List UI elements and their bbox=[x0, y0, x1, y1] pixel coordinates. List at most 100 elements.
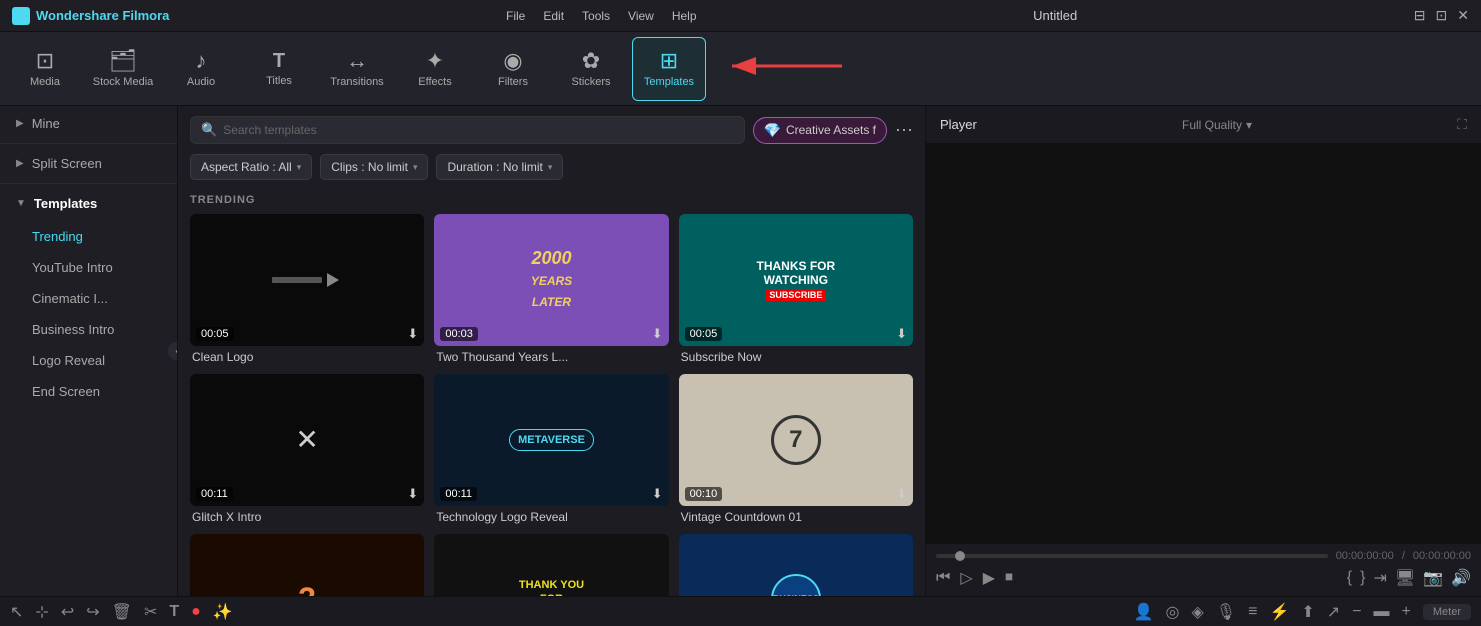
toolbar-item-audio[interactable]: ♪ Audio bbox=[164, 37, 238, 101]
progress-handle[interactable] bbox=[955, 551, 965, 561]
sidebar-item-mine[interactable]: ▶ Mine bbox=[0, 106, 177, 141]
select-tool-icon[interactable]: ↖ bbox=[10, 602, 23, 622]
player-expand-icon[interactable]: ⛶ bbox=[1457, 116, 1467, 133]
effects-icon: ✦ bbox=[426, 50, 444, 72]
undo-icon[interactable]: ↩ bbox=[61, 602, 74, 622]
player-area bbox=[926, 144, 1481, 543]
thumb-content-business: BUSINESS bbox=[679, 534, 913, 596]
menu-view[interactable]: View bbox=[628, 9, 654, 23]
template-card-clean-logo[interactable]: 00:05 ⬇ Clean Logo bbox=[190, 214, 424, 364]
aspect-ratio-filter[interactable]: Aspect Ratio : All ▾ bbox=[190, 154, 312, 180]
template-thumb-business: BUSINESS 00:09 bbox=[679, 534, 913, 596]
ai-icon[interactable]: ⚡ bbox=[1269, 602, 1289, 622]
template-card-business[interactable]: BUSINESS 00:09 bbox=[679, 534, 913, 596]
thumb-duration-vintage: 00:10 bbox=[685, 487, 723, 501]
character-icon[interactable]: 👤 bbox=[1134, 602, 1154, 622]
template-card-two-thousand[interactable]: 2000YEARSLATER 00:03 ⬇ Two Thousand Year… bbox=[434, 214, 668, 364]
chevron-right-icon2: ▶ bbox=[16, 158, 24, 169]
skip-back-button[interactable]: ⏮ bbox=[936, 569, 950, 587]
thumb-content-vintage: 7 bbox=[679, 374, 913, 506]
tab-player[interactable]: Player bbox=[940, 117, 977, 132]
thumb-download-glitch[interactable]: ⬇ bbox=[407, 486, 418, 502]
chevron-down-icon: ▼ bbox=[16, 198, 26, 209]
thumb-download-subscribe[interactable]: ⬇ bbox=[896, 326, 907, 342]
toolbar-item-effects[interactable]: ✦ Effects bbox=[398, 37, 472, 101]
sidebar-sub-end-screen[interactable]: End Screen bbox=[0, 376, 177, 407]
divider bbox=[0, 143, 177, 144]
template-card-subscribe[interactable]: THANKS FORWATCHINGSUBSCRIBE 00:05 ⬇ Subs… bbox=[679, 214, 913, 364]
transitions-icon: ↔ bbox=[346, 50, 368, 72]
redo-icon[interactable]: ↪ bbox=[86, 602, 99, 622]
text-tool-icon[interactable]: T bbox=[169, 603, 179, 621]
duration-chevron: ▾ bbox=[548, 162, 553, 173]
template-name-clean-logo: Clean Logo bbox=[190, 350, 424, 364]
search-input[interactable] bbox=[223, 123, 733, 137]
thumb-download-two-thousand[interactable]: ⬇ bbox=[652, 326, 663, 342]
template-card-vintage[interactable]: 7 00:10 ⬇ Vintage Countdown 01 bbox=[679, 374, 913, 524]
export-icon[interactable]: ⬆ bbox=[1301, 602, 1314, 622]
progress-bar[interactable] bbox=[936, 554, 1328, 558]
toolbar: ⊡ Media 🗂 Stock Media ♪ Audio T Titles ↔… bbox=[0, 32, 1481, 106]
minimize-icon[interactable]: ⊟ bbox=[1414, 7, 1426, 24]
template-thumb-subscribe: THANKS FORWATCHINGSUBSCRIBE 00:05 ⬇ bbox=[679, 214, 913, 346]
toolbar-item-templates[interactable]: ⊞ Templates bbox=[632, 37, 706, 101]
thumb-download-vintage[interactable]: ⬇ bbox=[896, 486, 907, 502]
stop-button[interactable]: ⏹ bbox=[1005, 569, 1013, 587]
thumb-download-technology[interactable]: ⬇ bbox=[652, 486, 663, 502]
creative-assets-button[interactable]: 💎 Creative Assets f bbox=[753, 117, 887, 144]
delete-icon[interactable]: 🗑 bbox=[112, 602, 132, 622]
stock-media-icon: 🗂 bbox=[109, 50, 137, 72]
more-options-button[interactable]: ⋯ bbox=[895, 120, 913, 141]
template-card-glitch[interactable]: ✕ 00:11 ⬇ Glitch X Intro bbox=[190, 374, 424, 524]
microphone-icon[interactable]: 🎙 bbox=[1216, 602, 1236, 622]
mark-out-button[interactable]: } bbox=[1360, 569, 1365, 587]
maximize-icon[interactable]: ⊡ bbox=[1436, 7, 1448, 24]
toolbar-item-stock-media[interactable]: 🗂 Stock Media bbox=[86, 37, 160, 101]
sidebar-sub-business-intro[interactable]: Business Intro bbox=[0, 314, 177, 345]
template-name-subscribe: Subscribe Now bbox=[679, 350, 913, 364]
zoom-out-icon[interactable]: − bbox=[1352, 603, 1361, 621]
toolbar-item-stickers[interactable]: ✿ Stickers bbox=[554, 37, 628, 101]
player-quality-selector[interactable]: Full Quality ▾ bbox=[1182, 118, 1252, 132]
duration-filter[interactable]: Duration : No limit ▾ bbox=[436, 154, 563, 180]
motion-icon[interactable]: ◎ bbox=[1166, 602, 1180, 622]
sidebar-sub-youtube-intro[interactable]: YouTube Intro bbox=[0, 252, 177, 283]
volume-button[interactable]: 🔊 bbox=[1451, 568, 1471, 588]
search-input-wrap[interactable]: 🔍 bbox=[190, 116, 745, 144]
play-button[interactable]: ▶ bbox=[983, 568, 995, 588]
sidebar-item-templates-section[interactable]: ▼ Templates bbox=[0, 186, 177, 221]
zoom-slider-icon[interactable]: ▬ bbox=[1374, 603, 1390, 621]
pointer-tool-icon[interactable]: ⊹ bbox=[35, 602, 48, 622]
menu-file[interactable]: File bbox=[506, 9, 525, 23]
sidebar-sub-trending[interactable]: Trending bbox=[0, 221, 177, 252]
template-card-fire3[interactable]: 3 00:07 bbox=[190, 534, 424, 596]
menu-tools[interactable]: Tools bbox=[582, 9, 610, 23]
close-icon[interactable]: ✕ bbox=[1457, 7, 1469, 24]
template-card-technology[interactable]: METAVERSE 00:11 ⬇ Technology Logo Reveal bbox=[434, 374, 668, 524]
toolbar-item-media[interactable]: ⊡ Media bbox=[8, 37, 82, 101]
scissors-icon[interactable]: ✂ bbox=[144, 602, 157, 622]
share-icon[interactable]: ↗ bbox=[1327, 602, 1340, 622]
mark-in-button[interactable]: { bbox=[1347, 569, 1352, 587]
template-card-thankyou[interactable]: THANK YOUFORWATCHING 00:06 bbox=[434, 534, 668, 596]
monitor-button[interactable]: 🖥 bbox=[1395, 568, 1415, 588]
thumb-download-clean-logo[interactable]: ⬇ bbox=[407, 326, 418, 342]
thumb-content-thankyou: THANK YOUFORWATCHING bbox=[434, 534, 668, 596]
keyframe-icon[interactable]: ◈ bbox=[1191, 602, 1203, 622]
zoom-in-icon[interactable]: + bbox=[1402, 603, 1411, 621]
toolbar-item-filters[interactable]: ◉ Filters bbox=[476, 37, 550, 101]
clips-filter[interactable]: Clips : No limit ▾ bbox=[320, 154, 428, 180]
snapshot-button[interactable]: 📷 bbox=[1423, 568, 1443, 588]
menu-help[interactable]: Help bbox=[672, 9, 697, 23]
menu-edit[interactable]: Edit bbox=[543, 9, 564, 23]
add-to-timeline-button[interactable]: ⇥ bbox=[1373, 568, 1386, 588]
sidebar-sub-cinematic[interactable]: Cinematic I... bbox=[0, 283, 177, 314]
frame-back-button[interactable]: ▷ bbox=[960, 568, 972, 588]
toolbar-item-titles[interactable]: T Titles bbox=[242, 37, 316, 101]
sidebar-item-split-screen[interactable]: ▶ Split Screen bbox=[0, 146, 177, 181]
toolbar-item-transitions[interactable]: ↔ Transitions bbox=[320, 37, 394, 101]
subtitles-icon[interactable]: ≡ bbox=[1248, 603, 1257, 621]
magic-wand-icon[interactable]: ✨ bbox=[213, 602, 233, 622]
quality-chevron: ▾ bbox=[1246, 118, 1252, 132]
sidebar-sub-logo-reveal[interactable]: Logo Reveal bbox=[0, 345, 177, 376]
